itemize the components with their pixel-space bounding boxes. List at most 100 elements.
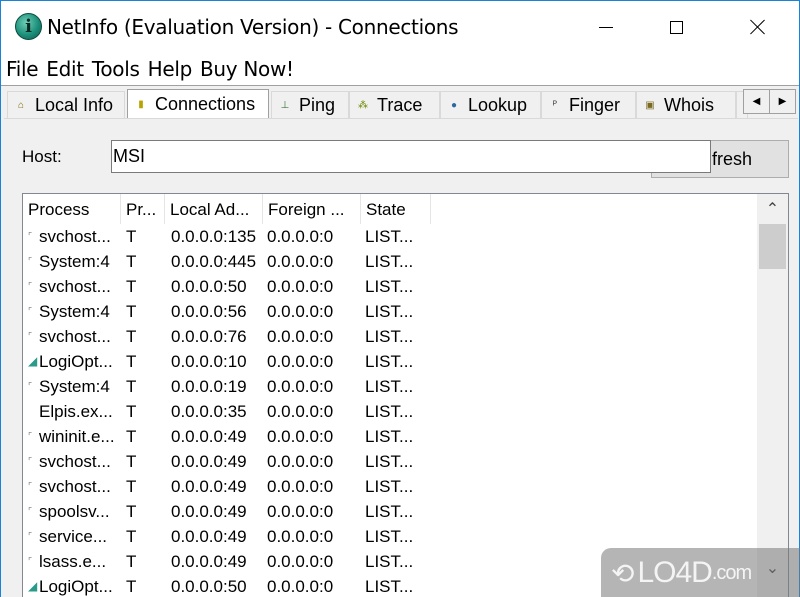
menu-help[interactable]: Help <box>148 57 193 81</box>
table-row[interactable]: ⌜ wininit.e... T 0.0.0.0:49 0.0.0.0:0 LIST... <box>23 424 431 449</box>
host-input[interactable] <box>111 140 711 173</box>
process-name: svchost... <box>39 327 111 346</box>
tab-trace[interactable]: ⁂ Trace <box>349 91 440 119</box>
cell-local-address: 0.0.0.0:49 <box>171 527 247 546</box>
table-row[interactable]: ⌜ lsass.e... T 0.0.0.0:49 0.0.0.0:0 LIST... <box>23 549 431 574</box>
cell-process: ⌜ svchost... <box>23 449 121 474</box>
process-name: svchost... <box>39 227 111 246</box>
tab-finger[interactable]: ᴾ Finger <box>541 91 636 119</box>
minimize-icon <box>599 26 613 28</box>
menu-tools[interactable]: Tools <box>92 57 140 81</box>
table-row[interactable]: ◢ LogiOpt... T 0.0.0.0:10 0.0.0.0:0 LIST... <box>23 349 431 374</box>
table-row[interactable]: ⌜ svchost... T 0.0.0.0:135 0.0.0.0:0 LIST... <box>23 224 431 249</box>
tab-ping[interactable]: ⊥ Ping <box>271 91 349 119</box>
vertical-scrollbar[interactable]: ⌃ ⌄ <box>757 194 788 597</box>
tab-connections[interactable]: ▮ Connections <box>127 89 269 119</box>
tab-label: Local Info <box>35 95 114 115</box>
cell-protocol: T <box>126 427 137 446</box>
generic-process-icon: ⌜ <box>28 506 33 516</box>
cell-protocol: T <box>126 302 137 321</box>
cell-protocol: T <box>126 577 137 596</box>
cell-local-address: 0.0.0.0:135 <box>171 227 257 246</box>
column-header-state[interactable]: State <box>361 194 431 224</box>
cell-protocol: T <box>126 477 137 496</box>
menu-buy-now[interactable]: Buy Now! <box>200 57 294 81</box>
cell-foreign-address: 0.0.0.0:0 <box>267 377 334 396</box>
minimize-button[interactable] <box>583 1 629 53</box>
column-header-local-address[interactable]: Local Ad... <box>165 194 263 224</box>
tab-label: Lookup <box>468 95 528 115</box>
scroll-thumb[interactable] <box>759 224 786 269</box>
table-row[interactable]: ⌜ System:4 T 0.0.0.0:445 0.0.0.0:0 LIST... <box>23 249 431 274</box>
tab-scroll-right-button[interactable]: ▶ <box>769 89 796 114</box>
tab-whois[interactable]: ▣ Whois <box>636 91 736 119</box>
tab-lookup[interactable]: ● Lookup <box>440 91 541 119</box>
menu-bar: File Edit Tools Help Buy Now! <box>1 53 799 86</box>
app-window: i NetInfo (Evaluation Version) - Connect… <box>0 0 800 597</box>
cell-state: LIST... <box>365 327 414 346</box>
connections-list[interactable]: Process Pr... Local Ad... Foreign ... St… <box>22 193 789 597</box>
table-row[interactable]: ⌜ spoolsv... T 0.0.0.0:49 0.0.0.0:0 LIST... <box>23 499 431 524</box>
refresh-button-label: fresh <box>712 149 753 169</box>
cell-process: ⌜ lsass.e... <box>23 549 121 574</box>
cell-local-address: 0.0.0.0:49 <box>171 502 247 521</box>
cell-protocol: T <box>126 502 137 521</box>
table-row[interactable]: ⌜ svchost... T 0.0.0.0:50 0.0.0.0:0 LIST... <box>23 274 431 299</box>
menu-edit[interactable]: Edit <box>46 57 84 81</box>
arrow-right-icon: ▶ <box>778 96 787 107</box>
connections-icon: ▮ <box>138 99 144 110</box>
table-row[interactable]: ◢ LogiOpt... T 0.0.0.0:50 0.0.0.0:0 LIST... <box>23 574 431 597</box>
close-button[interactable] <box>735 1 781 53</box>
cell-process: ◢ LogiOpt... <box>23 349 121 374</box>
cell-foreign-address: 0.0.0.0:0 <box>267 527 334 546</box>
list-rows: ⌜ svchost... T 0.0.0.0:135 0.0.0.0:0 LIST... ⌜… <box>23 224 431 597</box>
arrow-left-icon: ◀ <box>752 96 761 107</box>
trace-icon: ⁂ <box>358 100 368 111</box>
table-row[interactable]: ⌜ service... T 0.0.0.0:49 0.0.0.0:0 LIST... <box>23 524 431 549</box>
tab-scroll-left-button[interactable]: ◀ <box>743 89 770 114</box>
generic-process-icon: ⌜ <box>28 306 33 316</box>
generic-process-icon: ⌜ <box>28 456 33 466</box>
table-row[interactable]: ⌜ System:4 T 0.0.0.0:19 0.0.0.0:0 LIST... <box>23 374 431 399</box>
cell-process: ⌜ System:4 <box>23 299 121 324</box>
title-bar: i NetInfo (Evaluation Version) - Connect… <box>1 1 799 53</box>
process-name: System:4 <box>39 252 110 271</box>
cell-foreign-address: 0.0.0.0:0 <box>267 502 334 521</box>
menu-file[interactable]: File <box>6 57 39 81</box>
column-header-protocol[interactable]: Pr... <box>121 194 165 224</box>
cell-state: LIST... <box>365 302 414 321</box>
column-header-process[interactable]: Process <box>23 194 121 224</box>
cell-state: LIST... <box>365 252 414 271</box>
maximize-button[interactable] <box>653 1 699 53</box>
cell-foreign-address: 0.0.0.0:0 <box>267 577 334 596</box>
cell-protocol: T <box>126 552 137 571</box>
lo4d-watermark: ⟲ LO4D .com <box>601 548 800 597</box>
table-row[interactable]: Elpis.ex... T 0.0.0.0:35 0.0.0.0:0 LIST... <box>23 399 431 424</box>
generic-process-icon: ⌜ <box>28 231 33 241</box>
tab-local-info[interactable]: ⌂ Local Info <box>7 91 125 119</box>
process-name: svchost... <box>39 452 111 471</box>
cell-local-address: 0.0.0.0:56 <box>171 302 247 321</box>
cell-local-address: 0.0.0.0:35 <box>171 402 247 421</box>
window-title: NetInfo (Evaluation Version) - Connectio… <box>47 15 459 39</box>
table-row[interactable]: ⌜ svchost... T 0.0.0.0:76 0.0.0.0:0 LIST... <box>23 324 431 349</box>
column-header-foreign-address[interactable]: Foreign ... <box>263 194 361 224</box>
generic-process-icon: ⌜ <box>28 381 33 391</box>
table-row[interactable]: ⌜ svchost... T 0.0.0.0:49 0.0.0.0:0 LIST... <box>23 449 431 474</box>
cell-state: LIST... <box>365 227 414 246</box>
cell-protocol: T <box>126 452 137 471</box>
cell-state: LIST... <box>365 552 414 571</box>
cell-local-address: 0.0.0.0:49 <box>171 427 247 446</box>
table-row[interactable]: ⌜ svchost... T 0.0.0.0:49 0.0.0.0:0 LIST... <box>23 474 431 499</box>
scroll-up-button[interactable]: ⌃ <box>757 194 788 224</box>
cell-protocol: T <box>126 377 137 396</box>
cell-process: ⌜ wininit.e... <box>23 424 121 449</box>
cell-foreign-address: 0.0.0.0:0 <box>267 352 334 371</box>
ping-icon: ⊥ <box>280 100 290 111</box>
cell-local-address: 0.0.0.0:76 <box>171 327 247 346</box>
process-name: Elpis.ex... <box>39 402 113 421</box>
table-row[interactable]: ⌜ System:4 T 0.0.0.0:56 0.0.0.0:0 LIST... <box>23 299 431 324</box>
tab-label: Trace <box>377 95 423 115</box>
tab-label: Ping <box>299 95 336 115</box>
cell-process: ⌜ svchost... <box>23 324 121 349</box>
